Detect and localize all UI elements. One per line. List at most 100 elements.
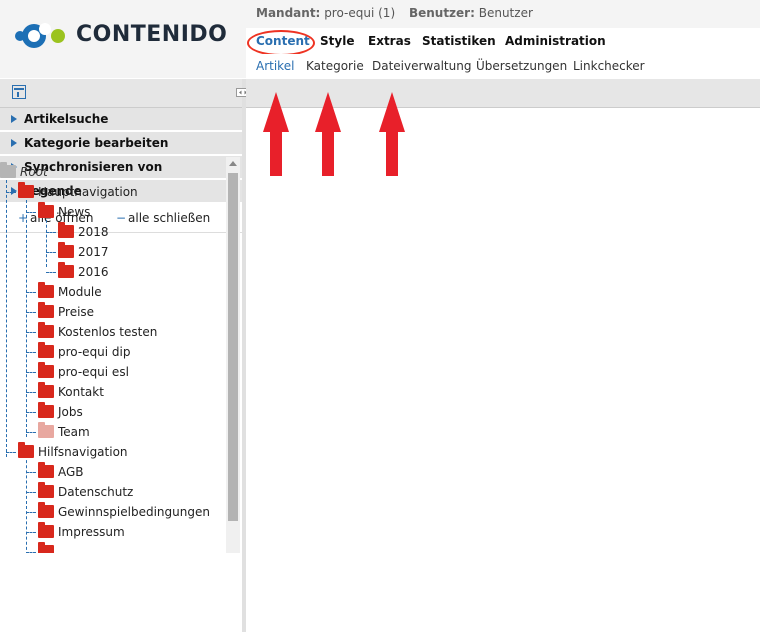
benutzer-label: Benutzer:	[408, 6, 475, 20]
annotation-ellipse	[247, 30, 315, 56]
main-nav-extras[interactable]: Extras	[368, 34, 411, 48]
tree-connector-line	[46, 232, 56, 233]
main-nav-administration[interactable]: Administration	[505, 34, 606, 48]
section-label: Kategorie bearbeiten	[24, 136, 169, 150]
mandant-label: Mandant:	[256, 6, 321, 20]
tree-item-label: Hauptnavigation	[38, 185, 138, 199]
tree-item[interactable]: Hilfsnavigation	[0, 442, 226, 462]
tree-item[interactable]: 2018	[0, 222, 226, 242]
tree-item[interactable]: Impressum	[0, 522, 226, 542]
folder-icon	[38, 462, 54, 478]
logo-mark-icon	[15, 23, 65, 48]
app-header: CONTENIDO Mandant: pro-equi (1) Benutzer…	[0, 0, 760, 78]
tree-item-label: pro-equi esl	[58, 365, 129, 379]
tree-item[interactable]: Jobs	[0, 402, 226, 422]
tree-item-label: 2017	[78, 245, 109, 259]
folder-icon	[38, 502, 54, 518]
mandant-value[interactable]: pro-equi (1)	[324, 6, 395, 20]
frame-toggle-icon[interactable]	[12, 85, 26, 99]
tree-connector-line	[26, 352, 36, 353]
tree-item[interactable]: Team	[0, 422, 226, 442]
folder-icon	[18, 442, 34, 458]
main-nav-style[interactable]: Style	[320, 34, 354, 48]
tree-item[interactable]: Root	[0, 162, 226, 182]
folder-icon	[58, 222, 74, 238]
tree-item[interactable]: Gewinnspielbedingungen	[0, 502, 226, 522]
sub-nav-linkchecker[interactable]: Linkchecker	[573, 59, 645, 73]
tree-item-label: AGB	[58, 465, 84, 479]
folder-icon	[38, 422, 54, 438]
tree-item[interactable]: 2016	[0, 262, 226, 282]
section-artikelsuche[interactable]: Artikelsuche	[0, 108, 242, 132]
expand-triangle-icon	[11, 139, 17, 147]
tree-item[interactable]: Module	[0, 282, 226, 302]
tree-item[interactable]: Datenschutz	[0, 482, 226, 502]
folder-icon	[38, 322, 54, 338]
sub-nav: Artikel Kategorie Dateiverwaltung Überse…	[246, 54, 760, 78]
tree-item[interactable]: Preise	[0, 302, 226, 322]
sub-nav-kategorie[interactable]: Kategorie	[306, 59, 364, 73]
scroll-thumb[interactable]	[228, 173, 238, 521]
tree-connector-line	[6, 192, 16, 193]
tree-item-label: Team	[58, 425, 90, 439]
tree-item[interactable]: Hauptnavigation	[0, 182, 226, 202]
tree-connector-line	[26, 532, 36, 533]
annotation-arrow-icon	[379, 92, 405, 176]
folder-icon	[38, 402, 54, 418]
annotation-arrow-icon	[315, 92, 341, 176]
tree-item[interactable]: AGB	[0, 462, 226, 482]
folder-icon	[38, 282, 54, 298]
folder-icon	[58, 242, 74, 258]
tree-item[interactable]	[0, 542, 226, 553]
scroll-up-icon[interactable]	[229, 161, 237, 166]
tree-connector-line	[6, 452, 16, 453]
tree-item-label: Jobs	[58, 405, 83, 419]
logo-text: CONTENIDO	[76, 22, 228, 47]
sub-nav-uebersetzungen[interactable]: Übersetzungen	[476, 59, 567, 73]
main-nav: Content Style Extras Statistiken Adminis…	[246, 28, 760, 54]
content-area	[246, 108, 760, 632]
tree-item[interactable]: 2017	[0, 242, 226, 262]
tree-connector-line	[26, 332, 36, 333]
tree-connector-line	[26, 372, 36, 373]
folder-icon	[38, 302, 54, 318]
tree-item[interactable]: Kostenlos testen	[0, 322, 226, 342]
folder-icon	[58, 262, 74, 278]
tree-item-label: Impressum	[58, 525, 125, 539]
expand-triangle-icon	[11, 115, 17, 123]
left-toolbar	[0, 79, 242, 108]
tree-item-label: Preise	[58, 305, 95, 319]
tree-connector-line	[26, 312, 36, 313]
tree-item-label: Hilfsnavigation	[38, 445, 128, 459]
tree-connector-line	[26, 212, 36, 213]
category-tree: Root Hauptnavigation News 2018 2017 2016 Modul…	[0, 157, 226, 553]
folder-icon	[38, 202, 54, 218]
tree-item[interactable]: pro-equi esl	[0, 362, 226, 382]
folder-icon	[38, 342, 54, 358]
section-kategorie-bearbeiten[interactable]: Kategorie bearbeiten	[0, 132, 242, 156]
folder-icon	[38, 482, 54, 498]
folder-icon	[18, 182, 34, 198]
tree-scrollbar[interactable]	[226, 157, 240, 553]
main-nav-statistiken[interactable]: Statistiken	[422, 34, 496, 48]
sub-nav-artikel[interactable]: Artikel	[256, 59, 294, 73]
folder-icon	[38, 542, 54, 553]
tree-item-label: pro-equi dip	[58, 345, 131, 359]
tree-item-label: News	[58, 205, 91, 219]
folder-icon	[0, 162, 16, 178]
tree-connector-line	[26, 432, 36, 433]
tree-item[interactable]: Kontakt	[0, 382, 226, 402]
tree-connector-line	[26, 392, 36, 393]
tree-item-label: Gewinnspielbedingungen	[58, 505, 210, 519]
tree-item-label: 2018	[78, 225, 109, 239]
folder-icon	[38, 522, 54, 538]
tree-connector-line	[26, 552, 36, 553]
tree-connector-line	[26, 472, 36, 473]
tree-item-label: Root	[20, 165, 48, 179]
tree-item[interactable]: pro-equi dip	[0, 342, 226, 362]
benutzer-value[interactable]: Benutzer	[479, 6, 533, 20]
sub-nav-dateiverwaltung[interactable]: Dateiverwaltung	[372, 59, 471, 73]
mandant-bar: Mandant: pro-equi (1) Benutzer: Benutzer	[256, 6, 543, 20]
tree-item[interactable]: News	[0, 202, 226, 222]
tree-item-label: Module	[58, 285, 102, 299]
